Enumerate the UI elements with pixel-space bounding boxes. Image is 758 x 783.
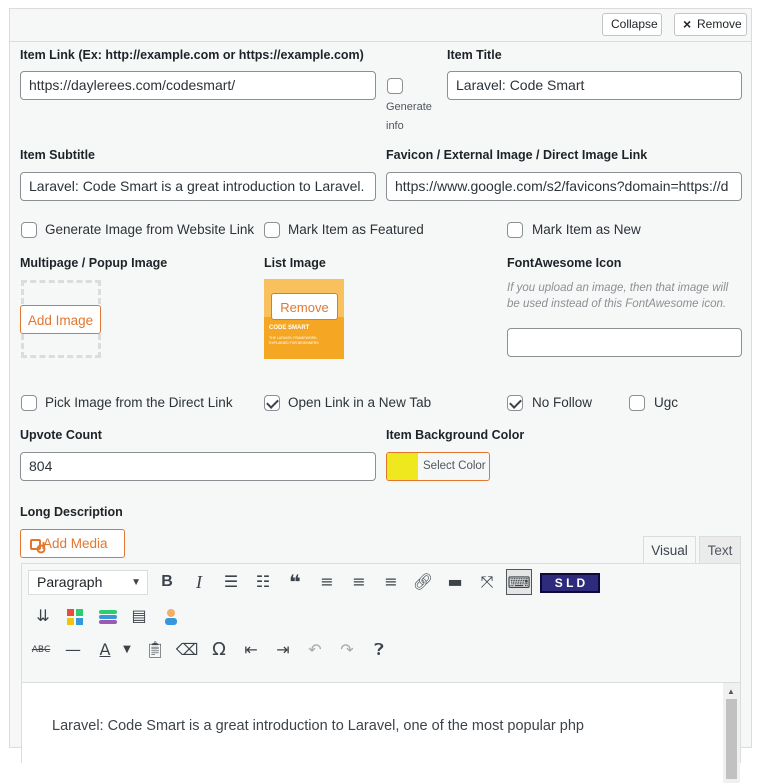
favicon-label: Favicon / External Image / Direct Image … — [386, 148, 648, 162]
scrollbar-thumb[interactable] — [726, 699, 737, 779]
sld-button[interactable]: S L D — [540, 573, 600, 593]
horizontal-line-icon[interactable]: — — [60, 637, 86, 663]
help-icon[interactable]: ❓︎ — [366, 637, 392, 663]
scroll-up-icon[interactable]: ▲ — [727, 687, 735, 696]
toolbar-toggle-icon[interactable]: ⌨ — [506, 569, 532, 595]
list-image-thumbnail: CODE SMART THE LARAVEL FRAMEWORK, EXPLAI… — [264, 279, 344, 359]
pick-direct-image-label: Pick Image from the Direct Link — [45, 395, 233, 410]
item-subtitle-label: Item Subtitle — [20, 148, 96, 162]
mark-new-label: Mark Item as New — [532, 222, 641, 237]
ugc-checkbox[interactable] — [629, 395, 645, 411]
generate-image-checkbox[interactable] — [21, 222, 37, 238]
upvote-count-label: Upvote Count — [20, 428, 102, 442]
stack-icon[interactable] — [99, 610, 117, 624]
open-new-tab-checkbox[interactable] — [264, 395, 280, 411]
bullet-list-icon[interactable]: ☰ — [218, 569, 244, 595]
align-right-icon[interactable]: ≡ — [378, 569, 404, 595]
editor-content-area[interactable]: Laravel: Code Smart is a great introduct… — [22, 682, 740, 783]
thumbnail-title: CODE SMART — [269, 325, 310, 331]
add-media-button[interactable]: Add Media — [20, 529, 125, 558]
strikethrough-icon[interactable]: ABC — [28, 637, 54, 663]
chevron-down-icon: ▼ — [131, 577, 141, 588]
italic-icon[interactable]: I — [186, 569, 212, 595]
remove-button[interactable]: × Remove — [674, 13, 747, 36]
fontawesome-icon-input[interactable] — [507, 328, 742, 357]
upvote-count-input[interactable]: 804 — [20, 452, 376, 481]
tab-visual[interactable]: Visual — [643, 536, 696, 564]
item-header-bar: Collapse × Remove — [10, 9, 751, 42]
color-grid-icon[interactable] — [67, 609, 83, 625]
item-title-input[interactable]: Laravel: Code Smart — [447, 71, 742, 100]
fullscreen-icon[interactable]: ⤧ — [474, 569, 500, 595]
table-icon[interactable]: ▤ — [126, 603, 152, 629]
tab-text[interactable]: Text — [699, 536, 741, 564]
generate-info-checkbox[interactable] — [387, 78, 403, 94]
format-select-value: Paragraph — [37, 574, 103, 590]
generate-image-label: Generate Image from Website Link — [45, 222, 255, 237]
clear-formatting-icon[interactable]: ⌫ — [174, 637, 200, 663]
blockquote-icon[interactable]: ❝ — [282, 569, 308, 595]
fontawesome-icon-label: FontAwesome Icon — [507, 256, 622, 270]
undo-icon[interactable]: ↶ — [302, 637, 328, 663]
item-link-label: Item Link (Ex: http://example.com or htt… — [20, 48, 364, 62]
read-more-icon[interactable]: ▬ — [442, 569, 468, 595]
no-follow-label: No Follow — [532, 395, 593, 410]
editor-content-text: Laravel: Code Smart is a great introduct… — [52, 718, 584, 734]
indent-icon[interactable]: ⇥ — [270, 637, 296, 663]
editor-scrollbar[interactable]: ▲ — [723, 683, 740, 783]
editor: Paragraph ▼ B I ☰ ☷ ❝ ≡ ≡ ≡ 🔗︎ ▬ ⤧ ⌨ S L… — [21, 563, 741, 783]
add-media-icon — [30, 536, 46, 554]
item-panel: Collapse × Remove Item Link (Ex: http://… — [9, 8, 752, 783]
thumbnail-subtitle: THE LARAVEL FRAMEWORK, EXPLAINED FOR BEG… — [269, 336, 319, 345]
ugc-label: Ugc — [654, 395, 679, 410]
text-color-dropdown-icon[interactable]: ▼ — [114, 637, 140, 663]
mark-featured-label: Mark Item as Featured — [288, 222, 424, 237]
numbered-list-icon[interactable]: ☷ — [250, 569, 276, 595]
close-icon: × — [683, 16, 692, 32]
long-description-label: Long Description — [20, 505, 123, 519]
fontawesome-note: If you upload an image, then that image … — [507, 282, 729, 310]
item-title-label: Item Title — [447, 48, 502, 62]
favicon-input[interactable]: https://www.google.com/s2/favicons?domai… — [386, 172, 742, 201]
align-center-icon[interactable]: ≡ — [346, 569, 372, 595]
align-left-icon[interactable]: ≡ — [314, 569, 340, 595]
special-character-icon[interactable]: Ω — [206, 637, 232, 663]
paste-text-icon[interactable]: 📋︎ — [142, 637, 168, 663]
bold-icon[interactable]: B — [154, 569, 180, 595]
redo-icon[interactable]: ↷ — [334, 637, 360, 663]
list-image-label: List Image — [264, 256, 326, 270]
link-icon[interactable]: 🔗︎ — [410, 569, 436, 595]
generate-info-label: Generate info — [386, 101, 432, 132]
mark-new-checkbox[interactable] — [507, 222, 523, 238]
bg-color-label: Item Background Color — [386, 428, 525, 442]
select-color-button[interactable]: Select Color — [386, 452, 490, 481]
no-follow-checkbox[interactable] — [507, 395, 523, 411]
remove-button-label: Remove — [697, 17, 742, 31]
mark-featured-checkbox[interactable] — [264, 222, 280, 238]
remove-list-image-button[interactable]: Remove — [271, 293, 338, 320]
select-color-label: Select Color — [423, 460, 486, 472]
outdent-icon[interactable]: ⇤ — [238, 637, 264, 663]
open-new-tab-label: Open Link in a New Tab — [288, 395, 432, 410]
add-media-label: Add Media — [43, 536, 108, 551]
upload-icon[interactable]: ⇊ — [30, 603, 56, 629]
format-select[interactable]: Paragraph ▼ — [28, 570, 148, 595]
item-subtitle-input[interactable]: Laravel: Code Smart is a great introduct… — [20, 172, 376, 201]
item-link-input[interactable]: https://daylerees.com/codesmart/ — [20, 71, 376, 100]
pick-direct-image-checkbox[interactable] — [21, 395, 37, 411]
add-image-button[interactable]: Add Image — [20, 305, 101, 334]
multipage-image-label: Multipage / Popup Image — [20, 256, 168, 270]
color-swatch — [387, 453, 418, 480]
user-icon[interactable] — [163, 608, 179, 626]
collapse-button[interactable]: Collapse — [602, 13, 662, 36]
